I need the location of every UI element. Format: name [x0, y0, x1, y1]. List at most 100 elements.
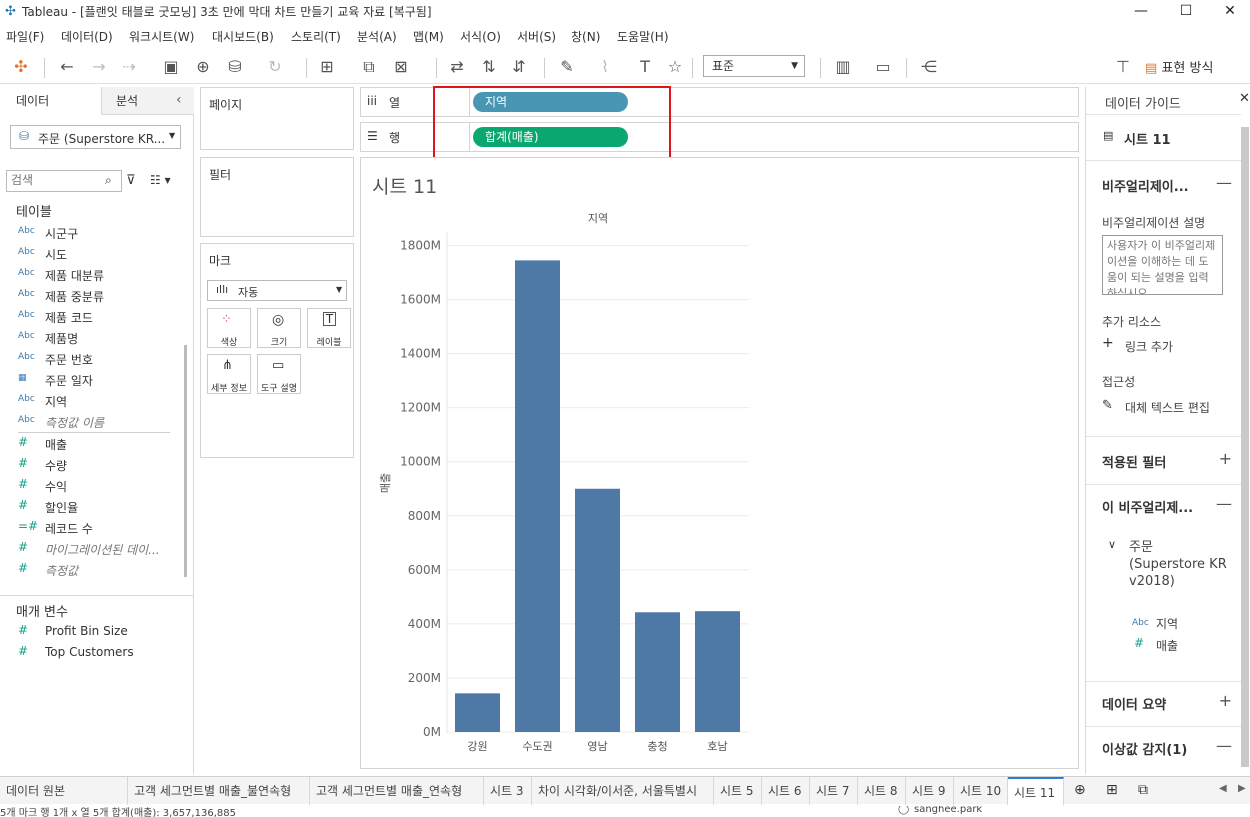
applied-filters-title[interactable]: 적용된 필터: [1102, 452, 1166, 471]
field-item[interactable]: Abc 제품명: [0, 328, 180, 348]
refresh-icon[interactable]: ↻: [264, 56, 286, 78]
maximize-icon[interactable]: ☐: [1163, 0, 1209, 22]
size-button[interactable]: ◎ 크기: [257, 308, 301, 348]
collapse-icon[interactable]: ‹: [176, 92, 182, 108]
sheet-tab[interactable]: 시트 5: [714, 777, 762, 805]
show-cards-icon[interactable]: ▥: [832, 56, 854, 78]
detail-button[interactable]: ⋔ 세부 정보: [207, 354, 251, 394]
close-icon[interactable]: ✕: [1207, 0, 1250, 22]
sort-descending-icon[interactable]: ⇵: [508, 56, 530, 78]
datasource-select[interactable]: ⛁ 주문 (Superstore KR... ▼: [10, 125, 181, 149]
pencil-icon[interactable]: ✎: [1102, 398, 1113, 413]
sheet-tab[interactable]: 시트 11: [1008, 777, 1064, 805]
user-icon[interactable]: ◯: [898, 806, 909, 815]
field-item[interactable]: # 수량: [0, 455, 180, 475]
duplicate-icon[interactable]: ⧉: [358, 56, 380, 78]
scrollbar[interactable]: [184, 345, 187, 577]
datasource-icon[interactable]: ⛁: [224, 56, 246, 78]
highlight-icon[interactable]: ✎: [556, 56, 578, 78]
chevron-down-icon[interactable]: ∨: [1108, 538, 1116, 551]
new-story-icon[interactable]: ⧉: [1138, 782, 1148, 798]
view-options-icon[interactable]: ☷ ▾: [150, 173, 171, 187]
presentation-icon[interactable]: ▭: [872, 56, 894, 78]
field-item[interactable]: # 매출: [0, 434, 180, 454]
next-icon[interactable]: ▶: [1238, 783, 1246, 794]
field-item[interactable]: =# 레코드 수: [0, 518, 180, 538]
add-link[interactable]: 링크 추가: [1125, 338, 1173, 355]
sheet-tab[interactable]: 고객 세그먼트별 매출_불연속형: [128, 777, 310, 805]
close-icon[interactable]: ✕: [1239, 91, 1250, 106]
edit-alt-text[interactable]: 대체 텍스트 편집: [1125, 399, 1210, 416]
sheet-tab[interactable]: 시트 10: [954, 777, 1008, 805]
clear-sheet-icon[interactable]: ⊠: [390, 56, 412, 78]
replay-icon[interactable]: ⇢: [118, 56, 140, 78]
menu-story[interactable]: 스토리(T): [291, 28, 341, 45]
scrollbar[interactable]: [1241, 127, 1249, 767]
field-item[interactable]: # 마이그레이션된 데이...: [0, 539, 180, 559]
color-button[interactable]: ⁘ 색상: [207, 308, 251, 348]
user-name[interactable]: sanghee.park: [914, 806, 982, 815]
filter-icon[interactable]: ⊽: [126, 173, 136, 188]
search-field[interactable]: ⌕: [6, 170, 122, 192]
pin-icon[interactable]: ☆: [664, 56, 686, 78]
sheet-tab[interactable]: 고객 세그먼트별 매출_연속형: [310, 777, 484, 805]
undo-icon[interactable]: ←: [56, 56, 78, 78]
menu-dashboard[interactable]: 대시보드(B): [212, 28, 274, 45]
tab-data[interactable]: 데이터: [0, 87, 101, 115]
plus-icon[interactable]: +: [1102, 335, 1114, 351]
show-labels-icon[interactable]: T: [634, 56, 656, 78]
tableau-home-icon[interactable]: ✣: [10, 56, 32, 78]
description-textarea[interactable]: 사용자가 이 비주얼리제이션을 이해하는 데 도움이 되는 설명을 입력하십시오…: [1102, 235, 1223, 295]
sheet-tab[interactable]: 차이 시각화/이서준, 서울특별시: [532, 777, 714, 805]
new-worksheet-icon[interactable]: ⊞: [316, 56, 338, 78]
field-item[interactable]: Abc 제품 중분류: [0, 286, 180, 306]
new-dashboard-icon[interactable]: ⊞: [1106, 782, 1118, 798]
redo-icon[interactable]: →: [88, 56, 110, 78]
pages-card[interactable]: 페이지: [200, 87, 354, 150]
field-item[interactable]: # Profit Bin Size: [0, 622, 180, 642]
sheet-tab[interactable]: 시트 7: [810, 777, 858, 805]
outliers-title[interactable]: 이상값 감지(1): [1102, 739, 1187, 758]
field-item[interactable]: Abc 시군구: [0, 223, 180, 243]
menu-analysis[interactable]: 분석(A): [357, 28, 397, 45]
data-summary-title[interactable]: 데이터 요약: [1102, 694, 1166, 713]
collapse-icon[interactable]: —: [1216, 736, 1232, 755]
expand-icon[interactable]: +: [1219, 691, 1232, 710]
save-icon[interactable]: ▣: [160, 56, 182, 78]
sheet-tab[interactable]: 시트 3: [484, 777, 532, 805]
paint-format-icon[interactable]: ⊤: [1112, 56, 1134, 78]
prev-icon[interactable]: ◀: [1219, 783, 1227, 794]
label-button[interactable]: T 레이블: [307, 308, 351, 348]
viz-section-title[interactable]: 비주얼리제이...: [1102, 176, 1189, 195]
collapse-icon[interactable]: —: [1216, 173, 1232, 192]
field-item[interactable]: # 측정값: [0, 560, 180, 580]
field-item[interactable]: # 할인율: [0, 497, 180, 517]
group-icon[interactable]: ⌇: [594, 56, 616, 78]
field-item[interactable]: Abc 지역: [0, 391, 180, 411]
filters-card[interactable]: 필터: [200, 157, 354, 237]
menu-help[interactable]: 도움말(H): [617, 28, 669, 45]
share-icon[interactable]: ⋲: [918, 56, 940, 78]
new-sheet-icon[interactable]: ⊕: [1074, 782, 1086, 798]
expand-icon[interactable]: +: [1219, 449, 1232, 468]
this-viz-title[interactable]: 이 비주얼리제...: [1102, 497, 1193, 516]
field-item[interactable]: Abc 제품 코드: [0, 307, 180, 327]
show-me-button[interactable]: ▤ 표현 방식: [1145, 57, 1213, 76]
minimize-icon[interactable]: —: [1118, 0, 1164, 22]
new-datasource-icon[interactable]: ⊕: [192, 56, 214, 78]
menu-window[interactable]: 창(N): [571, 28, 600, 45]
fit-select[interactable]: 표준 ▼: [703, 55, 805, 77]
swap-icon[interactable]: ⇄: [446, 56, 468, 78]
sheet-tab[interactable]: 시트 9: [906, 777, 954, 805]
field-item[interactable]: Abc 시도: [0, 244, 180, 264]
sheet-tab[interactable]: 시트 6: [762, 777, 810, 805]
field-item[interactable]: # Top Customers: [0, 643, 180, 663]
menu-server[interactable]: 서버(S): [517, 28, 556, 45]
field-item[interactable]: Abc 제품 대분류: [0, 265, 180, 285]
menu-map[interactable]: 맵(M): [413, 28, 444, 45]
menu-file[interactable]: 파일(F): [6, 28, 44, 45]
tab-datasource[interactable]: 데이터 원본: [0, 777, 128, 805]
field-item[interactable]: ▦ 주문 일자: [0, 370, 180, 390]
menu-format[interactable]: 서식(O): [460, 28, 501, 45]
field-item[interactable]: # 수익: [0, 476, 180, 496]
